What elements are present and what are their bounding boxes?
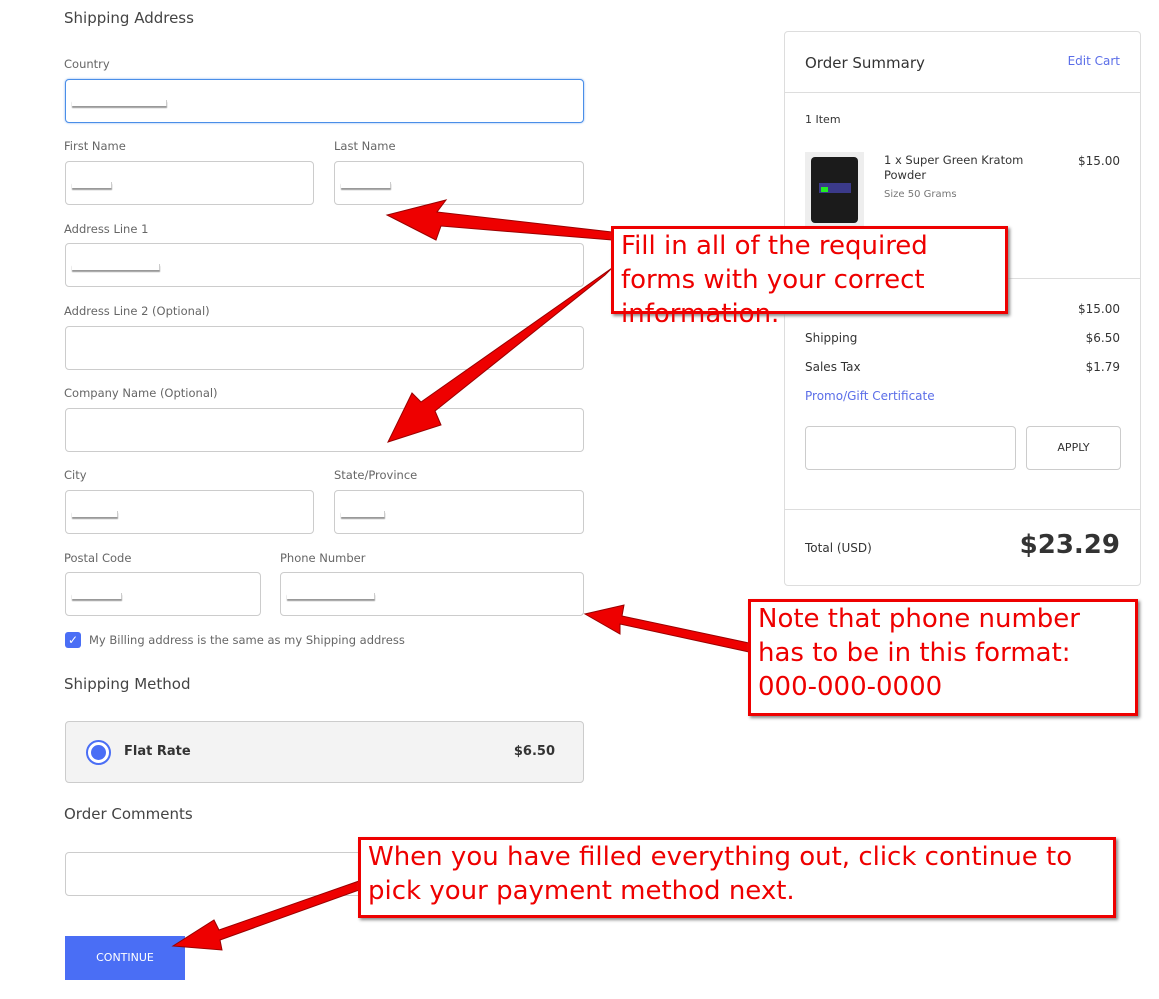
arrow-to-company [387,267,613,443]
fill-forms-annotation: Fill in all of the required forms with y… [611,226,1008,329]
arrow-to-continue [171,880,360,951]
arrow-to-last-name [385,199,613,241]
arrow-to-phone [583,604,750,653]
continue-annotation: When you have filled everything out, cli… [358,837,1116,918]
phone-format-annotation: Note that phone number has to be in this… [748,599,1138,716]
